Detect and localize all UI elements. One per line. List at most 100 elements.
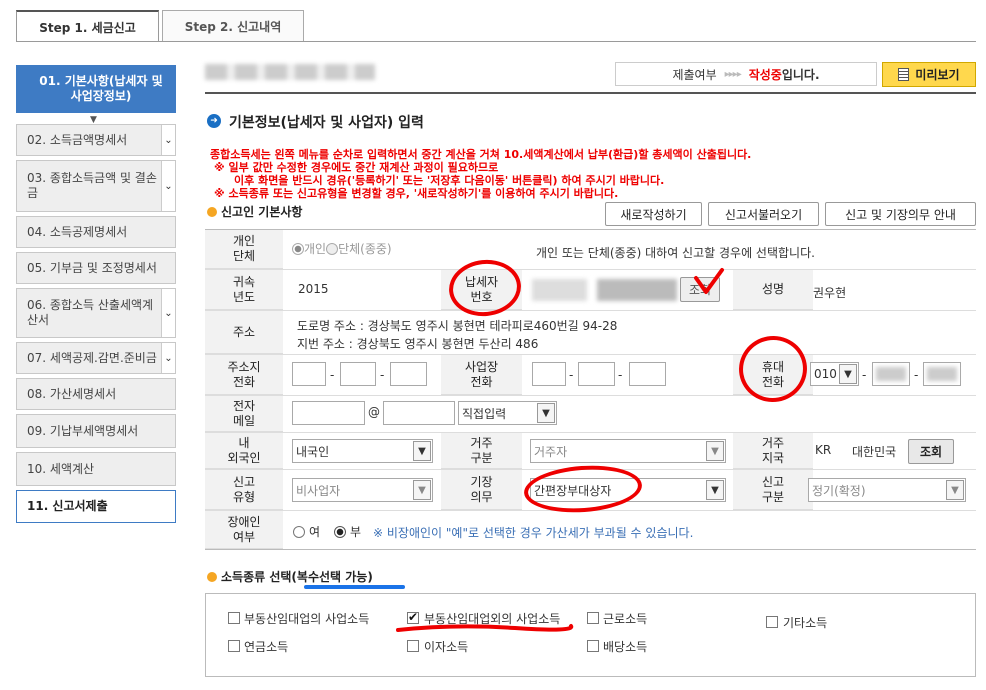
checkbox-label: 부동산임대업의 사업소득	[244, 612, 370, 626]
checkbox-label: 배당소득	[603, 640, 648, 654]
document-icon	[898, 68, 910, 81]
checkbox-dividend[interactable]	[587, 640, 599, 652]
checkbox-label: 이자소득	[424, 640, 469, 654]
checkbox-realestate-biz[interactable]	[228, 612, 240, 624]
report-class-value: 정기(확정)	[812, 483, 866, 498]
notice-line: ※ 소득종류 또는 신고유형을 변경할 경우, '새로작성하기'를 이용하여 주…	[214, 187, 619, 200]
biz-phone-label: 사업장 전화	[441, 355, 522, 395]
section-title: 기본정보(납세자 및 사업자) 입력	[229, 115, 424, 131]
report-type-select[interactable]: 비사업자 ▼	[292, 478, 433, 502]
sidebar-item-penalty[interactable]: 08. 가산세명세서	[16, 378, 176, 410]
residence-select[interactable]: 거주자 ▼	[530, 439, 726, 463]
bullet-icon	[207, 572, 217, 582]
biz-phone-3[interactable]	[629, 362, 666, 386]
annotation-underline-red	[396, 624, 574, 632]
radio-yes[interactable]	[293, 525, 305, 538]
checkbox-label: 연금소득	[244, 640, 289, 654]
home-phone-3[interactable]	[390, 362, 427, 386]
country-lookup-button[interactable]: 조회	[908, 439, 954, 464]
biz-phone-1[interactable]	[532, 362, 566, 386]
report-type-value: 비사업자	[296, 483, 341, 498]
row-divider	[205, 395, 976, 396]
email-domain-select[interactable]: 직접입력 ▼	[458, 401, 557, 425]
chevron-down-icon[interactable]: ⌄	[161, 289, 175, 337]
tab-step1[interactable]: Step 1. 세금신고	[16, 10, 159, 42]
blurred	[927, 367, 957, 381]
year-value: 2015	[298, 282, 329, 296]
checkbox-earned[interactable]	[587, 612, 599, 624]
sidebar-item-prepaid[interactable]: 09. 기납부세액명세서	[16, 414, 176, 448]
preview-button[interactable]: 미리보기	[882, 62, 976, 87]
bookkeeping-label: 기장 의무	[441, 470, 522, 510]
country-label: 거주 지국	[733, 433, 813, 469]
row-divider	[205, 354, 976, 355]
report-class-select[interactable]: 정기(확정) ▼	[808, 478, 966, 502]
checkbox-pension[interactable]	[228, 640, 240, 652]
sidebar-item-deduction[interactable]: 04. 소득공제명세서	[16, 216, 176, 248]
mobile-3[interactable]	[923, 362, 961, 386]
checkbox-label: 근로소득	[603, 612, 648, 626]
chevron-down-icon[interactable]: ⌄	[161, 343, 175, 373]
radio-yes-label: 여	[309, 525, 321, 539]
status-label: 제출여부	[672, 67, 717, 82]
mobile-2[interactable]	[872, 362, 910, 386]
home-phone-1[interactable]	[292, 362, 326, 386]
status-arrows: ▸▸▸▸	[724, 68, 742, 80]
sidebar-item-donation[interactable]: 05. 기부금 및 조정명세서	[16, 252, 176, 284]
load-report-button[interactable]: 신고서불러오기	[708, 202, 819, 226]
name-label: 성명	[733, 270, 813, 310]
header-divider	[205, 92, 976, 94]
preview-label: 미리보기	[915, 68, 960, 82]
sidebar-item-tax-compute[interactable]: 10. 세액계산	[16, 452, 176, 486]
tab-step2[interactable]: Step 2. 신고내역	[162, 10, 304, 42]
chevron-down-icon[interactable]: ⌄	[161, 125, 175, 155]
disabled-label: 장애인 여부	[205, 511, 283, 549]
sidebar-item-tax-calc[interactable]: 06. 종합소득 산출세액계산서 ⌄	[16, 288, 176, 338]
foreigner-select[interactable]: 내국인 ▼	[292, 439, 433, 463]
chevron-down-icon: ▼	[839, 364, 857, 384]
radio-individual[interactable]	[292, 242, 304, 255]
sidebar-item-credit[interactable]: 07. 세액공제.감면.준비금 ⌄	[16, 342, 176, 374]
radio-individual-label: 개인	[304, 242, 327, 256]
radio-group[interactable]	[326, 242, 339, 255]
checkbox-label: 기타소득	[783, 616, 828, 630]
notice-line: ※ 일부 값만 수정한 경우에도 중간 재계산 과정이 필요하므로	[214, 161, 499, 174]
email-domain[interactable]	[383, 401, 455, 425]
new-write-button[interactable]: 새로작성하기	[605, 202, 702, 226]
mobile-prefix-select[interactable]: 010 ▼	[810, 362, 859, 386]
checkbox-interest[interactable]	[407, 640, 419, 652]
notice-line: 이후 화면을 반드시 경유('등록하기' 또는 '저장후 다음이동' 버튼클릭)…	[234, 174, 665, 187]
chevron-down-icon[interactable]: ⌄	[161, 161, 175, 211]
email-id[interactable]	[292, 401, 365, 425]
report-class-label: 신고 구분	[733, 470, 813, 510]
form-table-top	[205, 229, 976, 230]
sidebar-item-basic-info[interactable]: 01. 기본사항(납세자 및 사업장정보)	[16, 65, 176, 113]
chevron-down-icon: ▼	[537, 403, 555, 423]
name-value: 권우현	[813, 286, 847, 300]
checkbox-other[interactable]	[766, 616, 778, 628]
submission-status: 제출여부 ▸▸▸▸ 작성중입니다.	[615, 62, 877, 86]
sidebar-item-submit[interactable]: 11. 신고서제출	[16, 490, 176, 523]
sidebar-item-label: 06. 종합소득 산출세액계산서	[27, 298, 154, 327]
arrow-circle-icon: ➜	[207, 114, 221, 128]
chevron-down-icon: ▼	[413, 480, 431, 500]
disabled-radio-group: 여 부	[293, 523, 361, 540]
home-phone-2[interactable]	[340, 362, 376, 386]
sidebar-item-total-income[interactable]: 03. 종합소득금액 및 결손금 ⌄	[16, 160, 176, 212]
biz-phone-2[interactable]	[578, 362, 615, 386]
radio-no[interactable]	[334, 525, 347, 538]
foreigner-label: 내 외국인	[205, 433, 283, 469]
address-block: 도로명 주소 : 경상북도 영주시 봉현면 테라피로460번길 94-28 지번…	[297, 317, 617, 353]
disabled-note: ※ 비장애인이 "예"로 선택한 경우 가산세가 부과될 수 있습니다.	[373, 526, 694, 540]
lot-address: 지번 주소 : 경상북도 영주시 봉현면 두산리 486	[297, 337, 539, 351]
email-at: @	[368, 405, 380, 419]
row-divider	[205, 310, 976, 311]
notice-line: 종합소득세는 왼쪽 메뉴를 순차로 입력하면서 중간 계산을 거쳐 10.세액계…	[210, 148, 752, 161]
guide-button[interactable]: 신고 및 기장의무 안내	[825, 202, 976, 226]
country-name: 대한민국	[852, 445, 897, 459]
bullet-icon	[207, 207, 217, 217]
row-divider	[205, 269, 976, 270]
sidebar-item-income-amount[interactable]: 02. 소득금액명세서 ⌄	[16, 124, 176, 156]
sidebar-item-label: 01. 기본사항(납세자 및 사업장정보)	[39, 74, 163, 103]
annotation-check-mark	[694, 268, 724, 294]
